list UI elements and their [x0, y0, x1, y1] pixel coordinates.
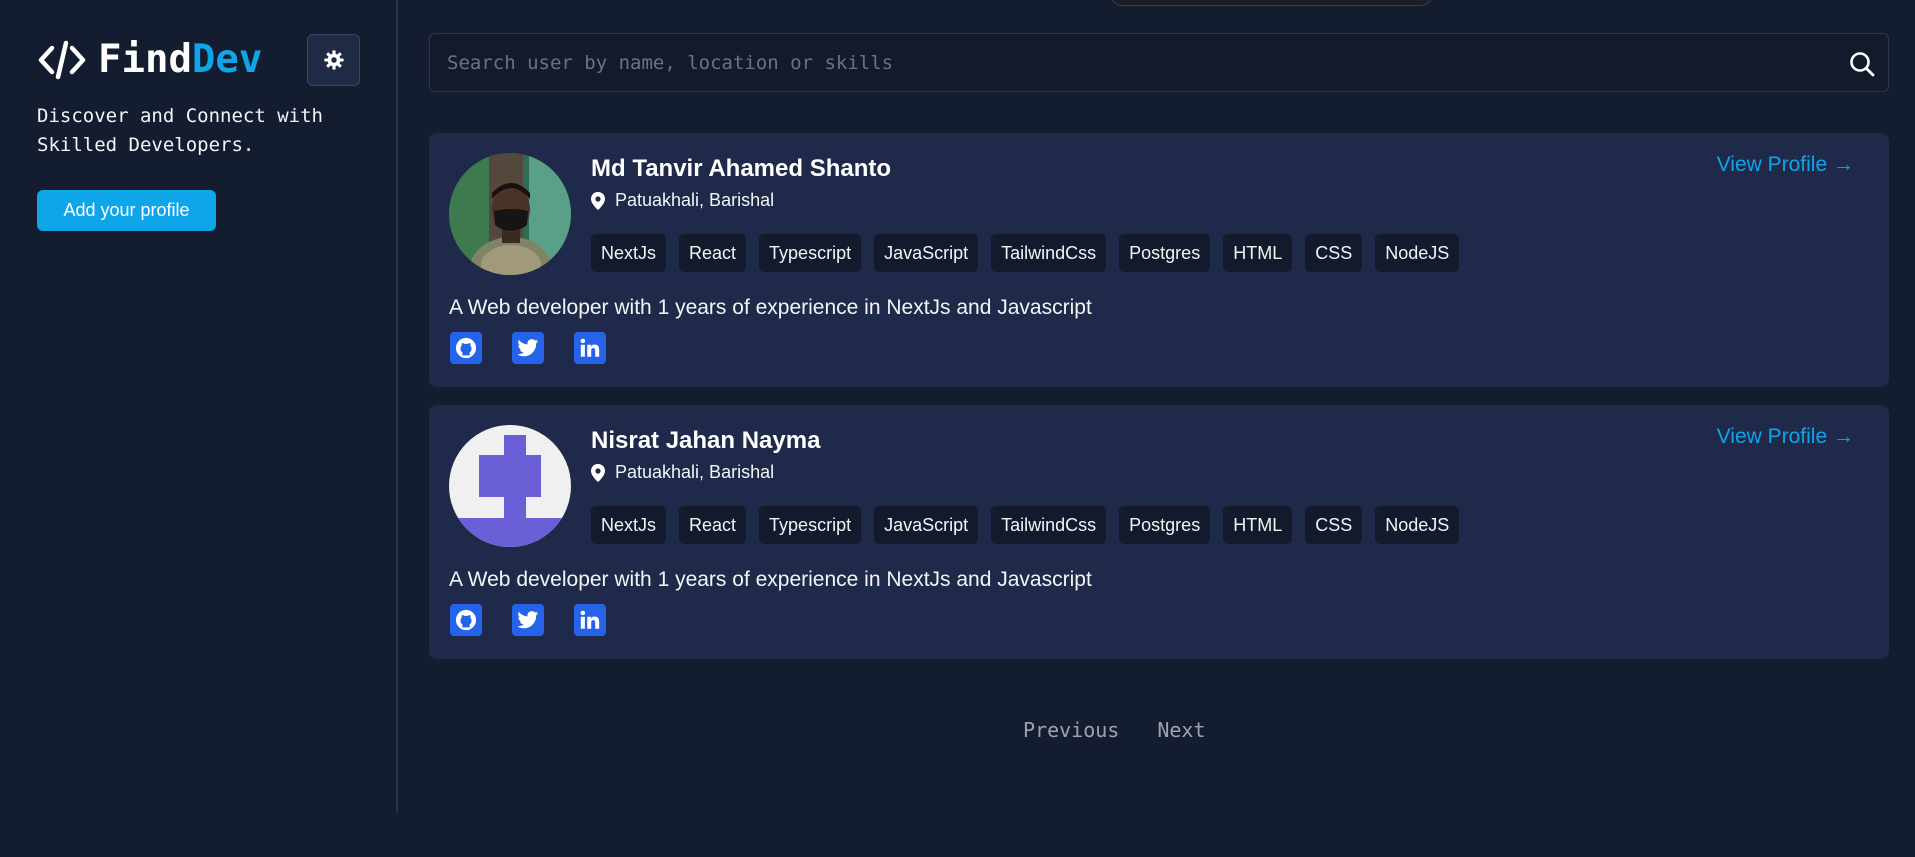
avatar — [449, 425, 571, 547]
map-pin-icon — [591, 191, 605, 210]
github-link[interactable] — [450, 332, 482, 364]
profile-card: Nisrat Jahan Nayma Patuakhali, Barishal … — [429, 405, 1889, 659]
logo[interactable]: FindDev — [36, 34, 262, 86]
skill-tag: Postgres — [1119, 506, 1211, 544]
skill-tag: React — [679, 234, 747, 272]
skill-tag: JavaScript — [874, 234, 979, 272]
skill-tag: NextJs — [591, 234, 667, 272]
skill-tag: NodeJS — [1375, 506, 1460, 544]
skill-tag: HTML — [1223, 234, 1293, 272]
twitter-link[interactable] — [512, 332, 544, 364]
tagline: Discover and Connect with Skilled Develo… — [37, 105, 323, 156]
top-overlay-tab — [1110, 0, 1433, 6]
skill-tag: JavaScript — [874, 506, 979, 544]
profile-bio: A Web developer with 1 years of experien… — [449, 568, 1092, 591]
skill-tag: HTML — [1223, 506, 1293, 544]
code-icon — [38, 40, 86, 80]
skill-tag: Typescript — [759, 506, 862, 544]
github-link[interactable] — [450, 604, 482, 636]
social-links — [450, 604, 636, 636]
skill-tag: TailwindCss — [991, 234, 1107, 272]
skill-tag: Typescript — [759, 234, 862, 272]
skill-tag: NextJs — [591, 506, 667, 544]
twitter-link[interactable] — [512, 604, 544, 636]
linkedin-icon — [580, 610, 600, 629]
theme-toggle-button[interactable] — [307, 34, 360, 86]
view-profile-link[interactable]: View Profile → — [1717, 153, 1854, 177]
sidebar: FindDev Discover and Connect with Skille… — [0, 0, 398, 813]
skill-tag: CSS — [1305, 234, 1363, 272]
profile-location: Patuakhali, Barishal — [591, 462, 774, 483]
logo-text: FindDev — [98, 37, 263, 82]
avatar — [449, 153, 571, 275]
linkedin-link[interactable] — [574, 604, 606, 636]
next-page-button[interactable]: Next — [1157, 718, 1205, 742]
search-icon[interactable] — [1848, 50, 1876, 78]
profile-name: Nisrat Jahan Nayma — [591, 427, 821, 454]
search-bar — [429, 33, 1889, 92]
skill-list: NextJs React Typescript JavaScript Tailw… — [591, 234, 1472, 272]
skill-tag: CSS — [1305, 506, 1363, 544]
twitter-icon — [517, 339, 539, 357]
linkedin-link[interactable] — [574, 332, 606, 364]
skill-tag: NodeJS — [1375, 234, 1460, 272]
profile-card: Md Tanvir Ahamed Shanto Patuakhali, Bari… — [429, 133, 1889, 387]
linkedin-icon — [580, 338, 600, 357]
previous-page-button[interactable]: Previous — [1023, 718, 1119, 742]
github-icon — [455, 609, 477, 631]
profile-location: Patuakhali, Barishal — [591, 190, 774, 211]
pagination: Previous Next — [1023, 718, 1206, 742]
skill-tag: Postgres — [1119, 234, 1211, 272]
gear-icon — [323, 50, 344, 70]
skill-list: NextJs React Typescript JavaScript Tailw… — [591, 506, 1472, 544]
twitter-icon — [517, 611, 539, 629]
map-pin-icon — [591, 463, 605, 482]
add-profile-button[interactable]: Add your profile — [37, 190, 216, 231]
social-links — [450, 332, 636, 364]
view-profile-link[interactable]: View Profile → — [1717, 425, 1854, 449]
github-icon — [455, 337, 477, 359]
skill-tag: React — [679, 506, 747, 544]
search-input[interactable] — [430, 34, 1888, 91]
profile-bio: A Web developer with 1 years of experien… — [449, 296, 1092, 319]
skill-tag: TailwindCss — [991, 506, 1107, 544]
profile-name: Md Tanvir Ahamed Shanto — [591, 155, 892, 182]
